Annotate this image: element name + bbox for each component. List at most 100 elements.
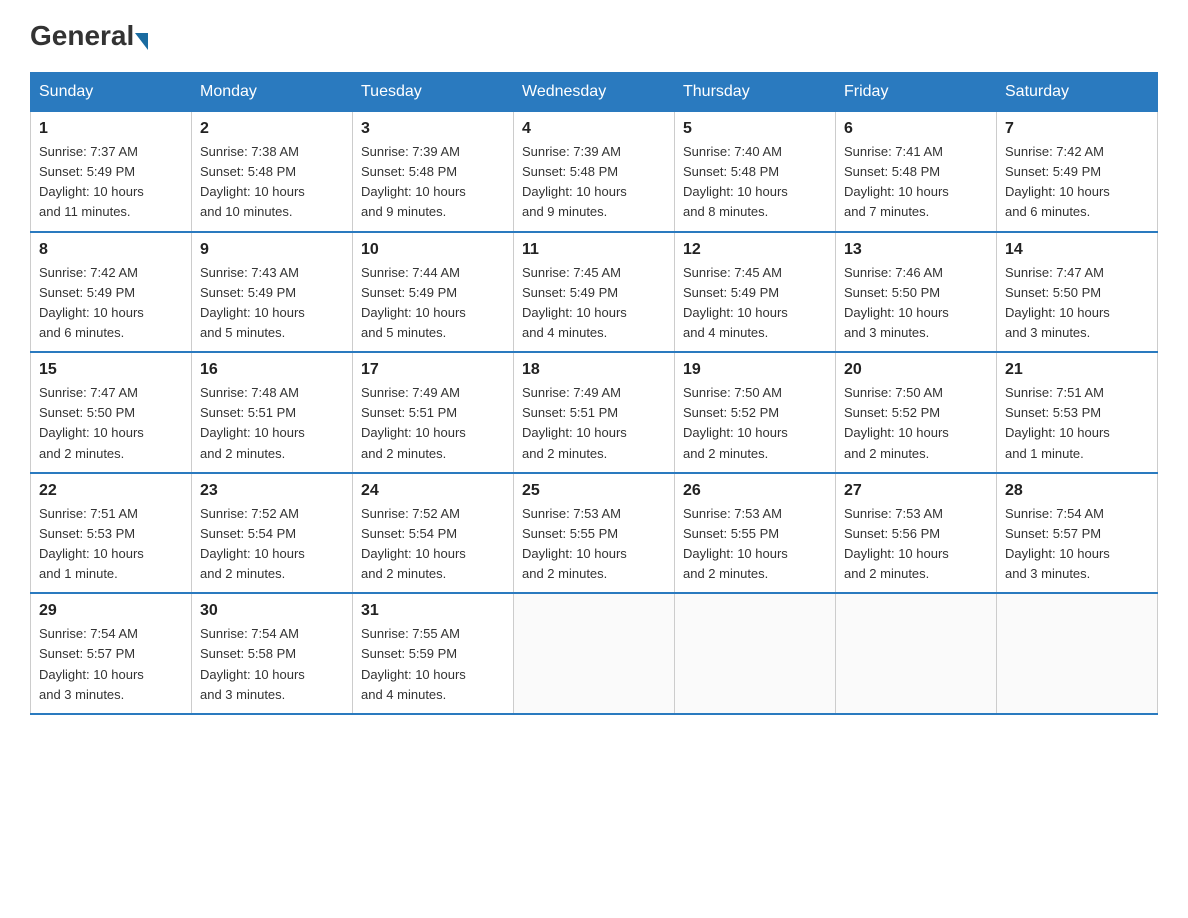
day-number: 1 <box>39 120 183 138</box>
logo-general-text: General <box>30 20 134 52</box>
calendar-day-cell <box>514 593 675 714</box>
day-info: Sunrise: 7:55 AMSunset: 5:59 PMDaylight:… <box>361 626 466 701</box>
day-number: 31 <box>361 602 505 620</box>
calendar-day-cell: 23 Sunrise: 7:52 AMSunset: 5:54 PMDaylig… <box>192 473 353 594</box>
day-info: Sunrise: 7:51 AMSunset: 5:53 PMDaylight:… <box>39 506 144 581</box>
day-info: Sunrise: 7:54 AMSunset: 5:57 PMDaylight:… <box>39 626 144 701</box>
calendar-day-cell: 11 Sunrise: 7:45 AMSunset: 5:49 PMDaylig… <box>514 232 675 353</box>
day-number: 16 <box>200 361 344 379</box>
day-number: 5 <box>683 120 827 138</box>
day-number: 29 <box>39 602 183 620</box>
day-info: Sunrise: 7:45 AMSunset: 5:49 PMDaylight:… <box>683 265 788 340</box>
day-info: Sunrise: 7:52 AMSunset: 5:54 PMDaylight:… <box>361 506 466 581</box>
day-number: 26 <box>683 482 827 500</box>
calendar-day-cell: 9 Sunrise: 7:43 AMSunset: 5:49 PMDayligh… <box>192 232 353 353</box>
day-info: Sunrise: 7:40 AMSunset: 5:48 PMDaylight:… <box>683 144 788 219</box>
day-number: 22 <box>39 482 183 500</box>
calendar-day-cell: 21 Sunrise: 7:51 AMSunset: 5:53 PMDaylig… <box>997 352 1158 473</box>
calendar-day-cell: 28 Sunrise: 7:54 AMSunset: 5:57 PMDaylig… <box>997 473 1158 594</box>
calendar-day-cell <box>997 593 1158 714</box>
calendar-header-monday: Monday <box>192 73 353 112</box>
day-number: 23 <box>200 482 344 500</box>
day-info: Sunrise: 7:54 AMSunset: 5:57 PMDaylight:… <box>1005 506 1110 581</box>
calendar-day-cell: 30 Sunrise: 7:54 AMSunset: 5:58 PMDaylig… <box>192 593 353 714</box>
day-info: Sunrise: 7:53 AMSunset: 5:56 PMDaylight:… <box>844 506 949 581</box>
day-info: Sunrise: 7:46 AMSunset: 5:50 PMDaylight:… <box>844 265 949 340</box>
calendar-day-cell: 15 Sunrise: 7:47 AMSunset: 5:50 PMDaylig… <box>31 352 192 473</box>
day-info: Sunrise: 7:41 AMSunset: 5:48 PMDaylight:… <box>844 144 949 219</box>
day-number: 20 <box>844 361 988 379</box>
calendar-day-cell: 6 Sunrise: 7:41 AMSunset: 5:48 PMDayligh… <box>836 112 997 232</box>
day-number: 17 <box>361 361 505 379</box>
day-info: Sunrise: 7:39 AMSunset: 5:48 PMDaylight:… <box>522 144 627 219</box>
day-info: Sunrise: 7:42 AMSunset: 5:49 PMDaylight:… <box>1005 144 1110 219</box>
calendar-header-friday: Friday <box>836 73 997 112</box>
calendar-day-cell: 22 Sunrise: 7:51 AMSunset: 5:53 PMDaylig… <box>31 473 192 594</box>
day-number: 8 <box>39 241 183 259</box>
day-number: 3 <box>361 120 505 138</box>
day-info: Sunrise: 7:47 AMSunset: 5:50 PMDaylight:… <box>39 385 144 460</box>
calendar-day-cell <box>675 593 836 714</box>
calendar-header-row: SundayMondayTuesdayWednesdayThursdayFrid… <box>31 73 1158 112</box>
day-info: Sunrise: 7:51 AMSunset: 5:53 PMDaylight:… <box>1005 385 1110 460</box>
day-number: 18 <box>522 361 666 379</box>
day-number: 24 <box>361 482 505 500</box>
day-number: 12 <box>683 241 827 259</box>
day-info: Sunrise: 7:45 AMSunset: 5:49 PMDaylight:… <box>522 265 627 340</box>
calendar-day-cell: 26 Sunrise: 7:53 AMSunset: 5:55 PMDaylig… <box>675 473 836 594</box>
logo-arrow-icon <box>135 33 148 50</box>
day-info: Sunrise: 7:54 AMSunset: 5:58 PMDaylight:… <box>200 626 305 701</box>
calendar-day-cell: 10 Sunrise: 7:44 AMSunset: 5:49 PMDaylig… <box>353 232 514 353</box>
day-number: 13 <box>844 241 988 259</box>
calendar-week-row: 8 Sunrise: 7:42 AMSunset: 5:49 PMDayligh… <box>31 232 1158 353</box>
day-number: 28 <box>1005 482 1149 500</box>
day-number: 15 <box>39 361 183 379</box>
calendar-header-wednesday: Wednesday <box>514 73 675 112</box>
calendar-day-cell: 20 Sunrise: 7:50 AMSunset: 5:52 PMDaylig… <box>836 352 997 473</box>
day-info: Sunrise: 7:39 AMSunset: 5:48 PMDaylight:… <box>361 144 466 219</box>
calendar-day-cell: 16 Sunrise: 7:48 AMSunset: 5:51 PMDaylig… <box>192 352 353 473</box>
day-info: Sunrise: 7:53 AMSunset: 5:55 PMDaylight:… <box>683 506 788 581</box>
day-number: 9 <box>200 241 344 259</box>
calendar-day-cell: 25 Sunrise: 7:53 AMSunset: 5:55 PMDaylig… <box>514 473 675 594</box>
calendar-day-cell: 29 Sunrise: 7:54 AMSunset: 5:57 PMDaylig… <box>31 593 192 714</box>
day-info: Sunrise: 7:52 AMSunset: 5:54 PMDaylight:… <box>200 506 305 581</box>
day-info: Sunrise: 7:49 AMSunset: 5:51 PMDaylight:… <box>361 385 466 460</box>
calendar-table: SundayMondayTuesdayWednesdayThursdayFrid… <box>30 72 1158 715</box>
calendar-day-cell: 4 Sunrise: 7:39 AMSunset: 5:48 PMDayligh… <box>514 112 675 232</box>
calendar-day-cell: 18 Sunrise: 7:49 AMSunset: 5:51 PMDaylig… <box>514 352 675 473</box>
calendar-day-cell: 8 Sunrise: 7:42 AMSunset: 5:49 PMDayligh… <box>31 232 192 353</box>
day-info: Sunrise: 7:50 AMSunset: 5:52 PMDaylight:… <box>844 385 949 460</box>
calendar-header-sunday: Sunday <box>31 73 192 112</box>
day-number: 7 <box>1005 120 1149 138</box>
calendar-day-cell: 2 Sunrise: 7:38 AMSunset: 5:48 PMDayligh… <box>192 112 353 232</box>
calendar-day-cell: 5 Sunrise: 7:40 AMSunset: 5:48 PMDayligh… <box>675 112 836 232</box>
calendar-header-thursday: Thursday <box>675 73 836 112</box>
day-info: Sunrise: 7:43 AMSunset: 5:49 PMDaylight:… <box>200 265 305 340</box>
day-info: Sunrise: 7:47 AMSunset: 5:50 PMDaylight:… <box>1005 265 1110 340</box>
day-info: Sunrise: 7:53 AMSunset: 5:55 PMDaylight:… <box>522 506 627 581</box>
day-number: 30 <box>200 602 344 620</box>
calendar-week-row: 29 Sunrise: 7:54 AMSunset: 5:57 PMDaylig… <box>31 593 1158 714</box>
day-info: Sunrise: 7:48 AMSunset: 5:51 PMDaylight:… <box>200 385 305 460</box>
day-number: 2 <box>200 120 344 138</box>
day-number: 6 <box>844 120 988 138</box>
calendar-day-cell: 12 Sunrise: 7:45 AMSunset: 5:49 PMDaylig… <box>675 232 836 353</box>
day-number: 11 <box>522 241 666 259</box>
calendar-header-tuesday: Tuesday <box>353 73 514 112</box>
day-number: 4 <box>522 120 666 138</box>
calendar-day-cell: 7 Sunrise: 7:42 AMSunset: 5:49 PMDayligh… <box>997 112 1158 232</box>
day-info: Sunrise: 7:50 AMSunset: 5:52 PMDaylight:… <box>683 385 788 460</box>
day-number: 10 <box>361 241 505 259</box>
day-info: Sunrise: 7:38 AMSunset: 5:48 PMDaylight:… <box>200 144 305 219</box>
calendar-day-cell <box>836 593 997 714</box>
day-number: 25 <box>522 482 666 500</box>
calendar-day-cell: 27 Sunrise: 7:53 AMSunset: 5:56 PMDaylig… <box>836 473 997 594</box>
day-number: 19 <box>683 361 827 379</box>
calendar-day-cell: 19 Sunrise: 7:50 AMSunset: 5:52 PMDaylig… <box>675 352 836 473</box>
calendar-day-cell: 17 Sunrise: 7:49 AMSunset: 5:51 PMDaylig… <box>353 352 514 473</box>
calendar-week-row: 15 Sunrise: 7:47 AMSunset: 5:50 PMDaylig… <box>31 352 1158 473</box>
day-info: Sunrise: 7:49 AMSunset: 5:51 PMDaylight:… <box>522 385 627 460</box>
day-info: Sunrise: 7:37 AMSunset: 5:49 PMDaylight:… <box>39 144 144 219</box>
calendar-day-cell: 31 Sunrise: 7:55 AMSunset: 5:59 PMDaylig… <box>353 593 514 714</box>
